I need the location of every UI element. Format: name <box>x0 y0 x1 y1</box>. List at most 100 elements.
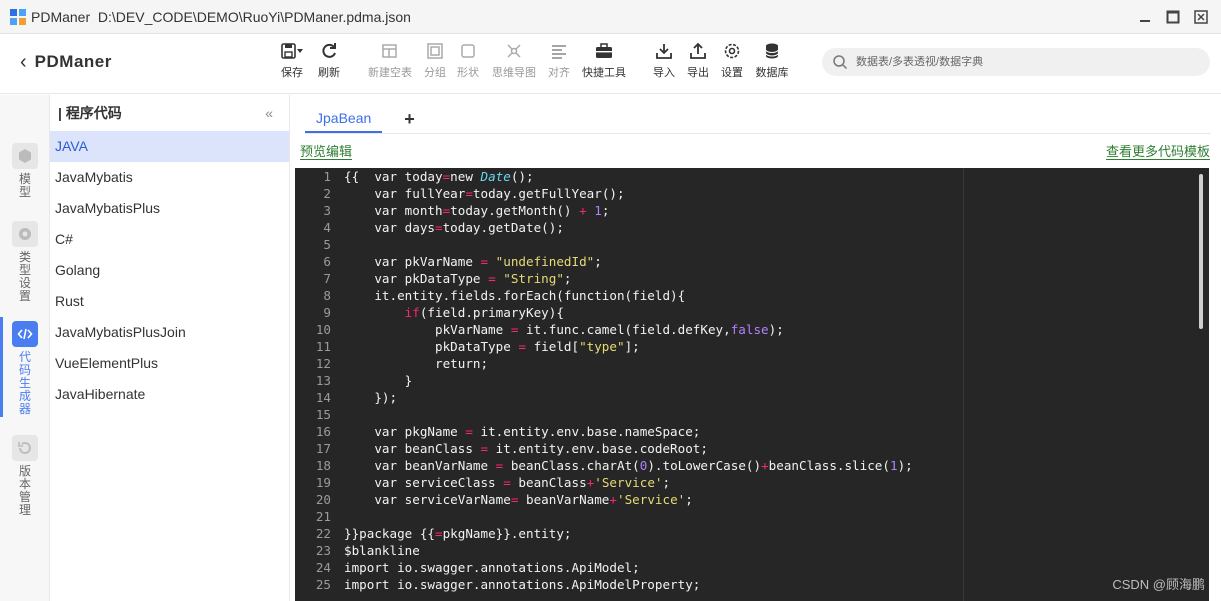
line-number: 18 <box>315 458 331 473</box>
toolbox-icon <box>596 43 612 58</box>
more-templates-link[interactable]: 查看更多代码模板 <box>1105 144 1210 160</box>
align-icon <box>552 45 566 59</box>
code-text: if(field.primaryKey){ <box>404 305 564 320</box>
line-number: 1 <box>323 169 331 184</box>
code-line: 11 pkDataType = field["type"]; <box>316 338 1204 355</box>
search-box <box>822 48 1210 76</box>
code-line: 16 var pkgName = it.entity.env.base.name… <box>316 423 1204 440</box>
code-text: pkVarName = it.func.camel(field.defKey,f… <box>344 322 784 337</box>
database-icon <box>765 43 779 59</box>
line-number: 6 <box>323 254 331 269</box>
line-number: 7 <box>323 271 331 286</box>
gear-icon <box>724 43 740 59</box>
line-number: 21 <box>315 509 331 524</box>
template-list-title: | 程序代码 <box>58 105 122 121</box>
code-line: 15 <box>316 406 1204 423</box>
mindmap-button[interactable]: 思维导图 <box>490 42 538 80</box>
template-item-rust[interactable]: Rust <box>50 286 289 317</box>
search-input[interactable] <box>856 56 1186 68</box>
brand-title: PDManer <box>34 52 112 71</box>
code-text: pkDataType = field["type"]; <box>344 339 640 354</box>
app-name: PDManer <box>31 8 91 25</box>
line-number: 9 <box>323 305 331 320</box>
code-text: var pkVarName = "undefinedId"; <box>344 254 602 269</box>
close-button[interactable] <box>1191 7 1211 27</box>
chevron-left-icon: ‹ <box>20 51 27 73</box>
title-bar: PDManer D:\DEV_CODE\DEMO\RuoYi\PDManer.p… <box>0 0 1221 34</box>
nav-label-type-settings: 类型设置 <box>19 250 32 303</box>
nav-label-code-generator: 代码生成器 <box>19 350 32 416</box>
quick-tools-button[interactable]: 快捷工具 <box>580 42 628 80</box>
code-line: 7 var pkDataType = "String"; <box>323 270 1204 287</box>
align-button[interactable]: 对齐 <box>535 42 583 80</box>
code-text: } <box>344 373 413 388</box>
code-editor[interactable]: 1 {{ var today=new Date(); 2 var fullYear=… <box>295 168 1209 601</box>
line-number: 12 <box>315 356 331 371</box>
template-item-javamybatisplusjoin[interactable]: JavaMybatisPlusJoin <box>50 317 289 348</box>
code-line: 19 var serviceClass = beanClass+'Service… <box>316 474 1204 491</box>
code-line: 8 it.entity.fields.forEach(function(fiel… <box>323 287 1204 304</box>
code-line: 23 $blankline <box>316 542 1204 559</box>
template-item-javamybatis[interactable]: JavaMybatis <box>50 162 289 193</box>
code-text: }); <box>344 390 398 405</box>
back-button[interactable]: ‹ PDManer <box>20 52 112 72</box>
template-item-csharp[interactable]: C# <box>50 224 289 255</box>
shape-button[interactable]: 形状 <box>444 42 492 80</box>
add-tab-button[interactable]: + <box>404 106 415 132</box>
line-number: 25 <box>315 577 331 592</box>
line-number: 11 <box>315 339 331 354</box>
code-text: var serviceClass = beanClass+'Service'; <box>344 475 671 490</box>
tab-divider <box>305 133 1211 134</box>
code-line: 24 import io.swagger.annotations.ApiModel… <box>316 559 1204 576</box>
line-number: 17 <box>315 441 331 456</box>
maximize-button[interactable] <box>1163 7 1183 27</box>
code-line: 20 var serviceVarName= beanVarName+'Serv… <box>316 491 1204 508</box>
new-table-button[interactable]: 新建空表 <box>366 42 414 80</box>
code-text: import io.swagger.annotations.ApiModelPr… <box>344 577 701 592</box>
template-item-golang[interactable]: Golang <box>50 255 289 286</box>
code-line: 9 if(field.primaryKey){ <box>323 304 1204 321</box>
template-item-vueelementplus[interactable]: VueElementPlus <box>50 348 289 379</box>
code-line: 10 pkVarName = it.func.camel(field.defKe… <box>316 321 1204 338</box>
template-item-javamybatisplus[interactable]: JavaMybatisPlus <box>50 193 289 224</box>
code-text: var pkDataType = "String"; <box>344 271 572 286</box>
save-icon <box>281 43 303 59</box>
watermark: CSDN @顾海鹏 <box>1112 577 1205 592</box>
line-number: 19 <box>315 475 331 490</box>
preview-edit-link[interactable]: 预览编辑 <box>300 144 353 160</box>
code-text: it.entity.fields.forEach(function(field)… <box>344 288 686 303</box>
line-number: 4 <box>323 220 331 235</box>
database-button[interactable]: 数据库 <box>748 42 796 80</box>
code-text: }}package {{=pkgName}}.entity; <box>344 526 572 541</box>
code-line: 3 var month=today.getMonth() + 1; <box>323 202 1204 219</box>
collapse-panel-icon[interactable]: « <box>265 105 273 121</box>
refresh-button[interactable]: 刷新 <box>305 42 353 80</box>
code-content: 1 {{ var today=new Date(); 2 var fullYear=… <box>316 168 1204 593</box>
line-number: 20 <box>315 492 331 507</box>
code-text: var fullYear=today.getFullYear(); <box>344 186 625 201</box>
code-line: 4 var days=today.getDate(); <box>323 219 1204 236</box>
template-list-panel: | 程序代码 « JAVA JavaMybatis JavaMybatisPlu… <box>50 95 290 601</box>
export-icon <box>690 42 706 59</box>
template-item-javahibernate[interactable]: JavaHibernate <box>50 379 289 410</box>
line-number: 13 <box>315 373 331 388</box>
vertical-scrollbar[interactable] <box>1199 174 1203 329</box>
code-line: 17 var beanClass = it.entity.env.base.co… <box>316 440 1204 457</box>
code-text: {{ var today=new Date(); <box>344 169 534 184</box>
code-icon <box>12 321 38 347</box>
code-text: var month=today.getMonth() + 1; <box>344 203 610 218</box>
cube-icon <box>12 143 38 169</box>
code-line: 1 {{ var today=new Date(); <box>323 168 1204 185</box>
template-item-java[interactable]: JAVA <box>50 131 289 162</box>
line-number: 15 <box>315 407 331 422</box>
main-panel: JpaBean + 预览编辑 查看更多代码模板 1 {{ var today=ne… <box>291 95 1221 601</box>
line-number: 2 <box>323 186 331 201</box>
code-line: 12 return; <box>316 355 1204 372</box>
code-line: 13 } <box>316 372 1204 389</box>
minimize-button[interactable] <box>1135 7 1155 27</box>
code-line: 14 }); <box>316 389 1204 406</box>
line-number: 24 <box>315 560 331 575</box>
code-text: import io.swagger.annotations.ApiModel; <box>344 560 640 575</box>
code-text: var beanClass = it.entity.env.base.codeR… <box>344 441 708 456</box>
tab-jpabean[interactable]: JpaBean <box>305 105 383 133</box>
